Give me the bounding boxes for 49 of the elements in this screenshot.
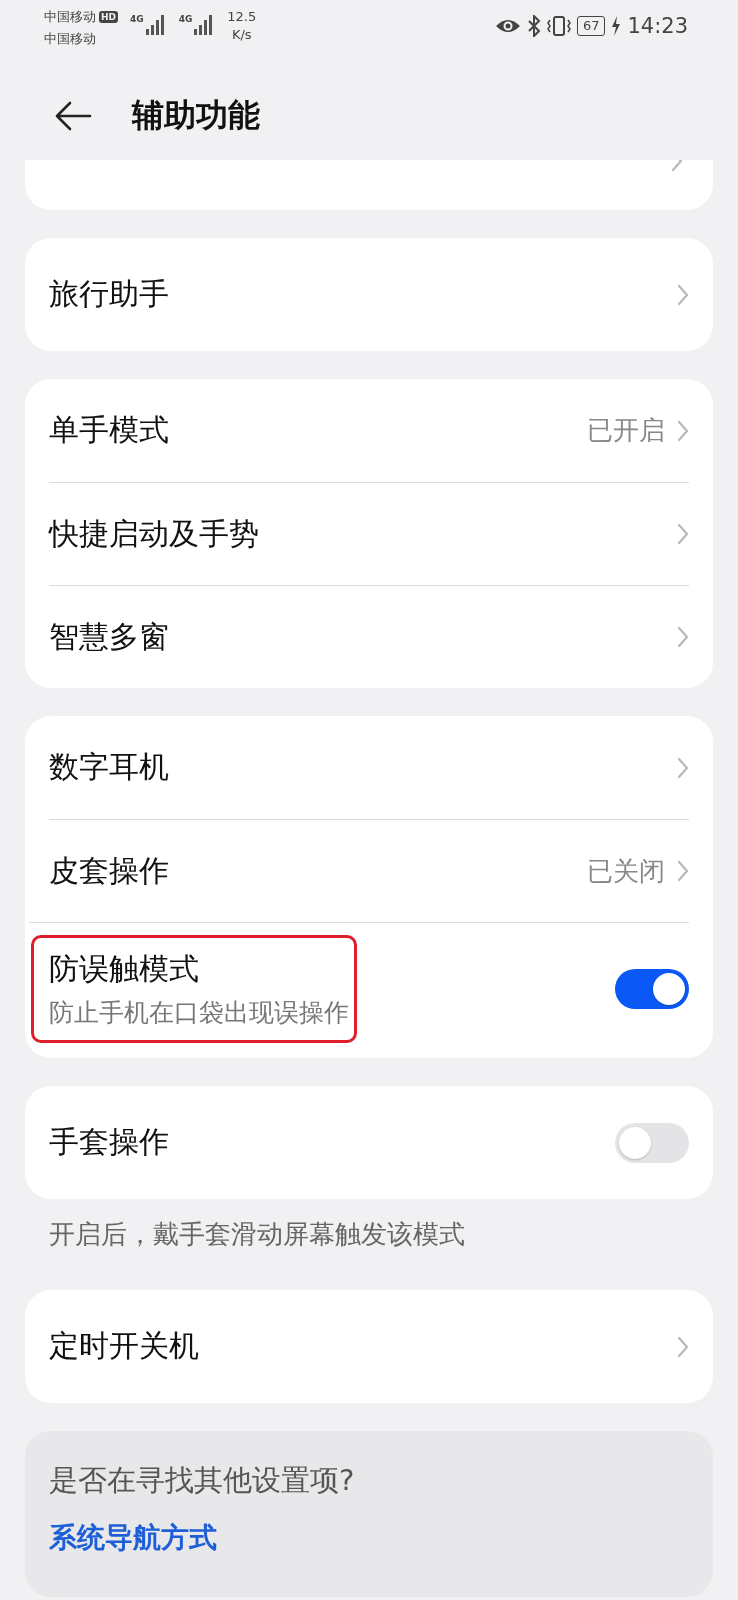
settings-row[interactable]: 手套操作 [49, 1086, 689, 1199]
chevron-icon [677, 523, 689, 545]
carrier-name: 中国移动 [44, 8, 96, 26]
row-value: 已关闭 [587, 854, 665, 888]
row-label: 防误触模式 [49, 949, 200, 988]
carrier-name: 中国移动 [44, 30, 97, 48]
battery-level: 67 [576, 16, 606, 36]
row-label: 智慧多窗 [49, 617, 169, 656]
settings-row[interactable]: 数字耳机 [49, 716, 689, 819]
row-label: 快捷启动及手势 [49, 514, 259, 553]
helper-text: 开启后，戴手套滑动屏幕触发该模式 [48, 1218, 466, 1251]
hd-badge: HD [99, 11, 118, 23]
row-description: 防止手机在口袋出现误操作 [49, 996, 349, 1029]
clock-time: 14:23 [627, 14, 688, 38]
settings-row[interactable]: 快捷启动及手势 [49, 482, 689, 585]
chevron-icon [677, 860, 689, 882]
row-label: 皮套操作 [49, 851, 169, 890]
page-title: 辅助功能 [132, 95, 260, 136]
row-label: 旅行助手 [49, 275, 169, 313]
network-type: 4G [178, 14, 193, 24]
chevron-icon [677, 626, 689, 648]
vibrate-icon [546, 15, 571, 37]
settings-row[interactable]: 单手模式 已开启 [49, 379, 689, 482]
network-type: 4G [130, 14, 144, 24]
settings-row[interactable]: 旅行助手 [49, 238, 689, 351]
toggle-switch[interactable] [615, 968, 689, 1009]
back-arrow-icon[interactable] [54, 101, 92, 131]
signal-icon [144, 14, 167, 36]
chevron-icon [677, 419, 689, 442]
bluetooth-icon [526, 15, 541, 37]
row-label: 手套操作 [49, 1123, 169, 1161]
charging-icon [611, 16, 622, 36]
chevron-icon [677, 283, 689, 306]
settings-row[interactable]: 防误触模式 防止手机在口袋出现误操作 [29, 922, 689, 1058]
chevron-icon [677, 756, 689, 779]
row-label: 定时开关机 [49, 1327, 199, 1365]
settings-row[interactable]: 定时开关机 [49, 1290, 689, 1403]
suggestion-link[interactable]: 系统导航方式 [49, 1519, 689, 1557]
settings-row[interactable]: 智慧多窗 [49, 585, 689, 688]
settings-row[interactable]: 皮套操作 已关闭 [49, 819, 689, 922]
row-label: 单手模式 [49, 411, 169, 449]
speed-value: 12.5 [227, 8, 257, 26]
row-value: 已开启 [587, 414, 665, 447]
chevron-icon [677, 1335, 689, 1358]
suggestion-question: 是否在寻找其他设置项? [49, 1462, 356, 1499]
row-label: 数字耳机 [49, 748, 169, 786]
eye-icon [494, 17, 521, 35]
toggle-switch[interactable] [615, 1122, 689, 1163]
speed-unit: K/s [231, 26, 252, 44]
